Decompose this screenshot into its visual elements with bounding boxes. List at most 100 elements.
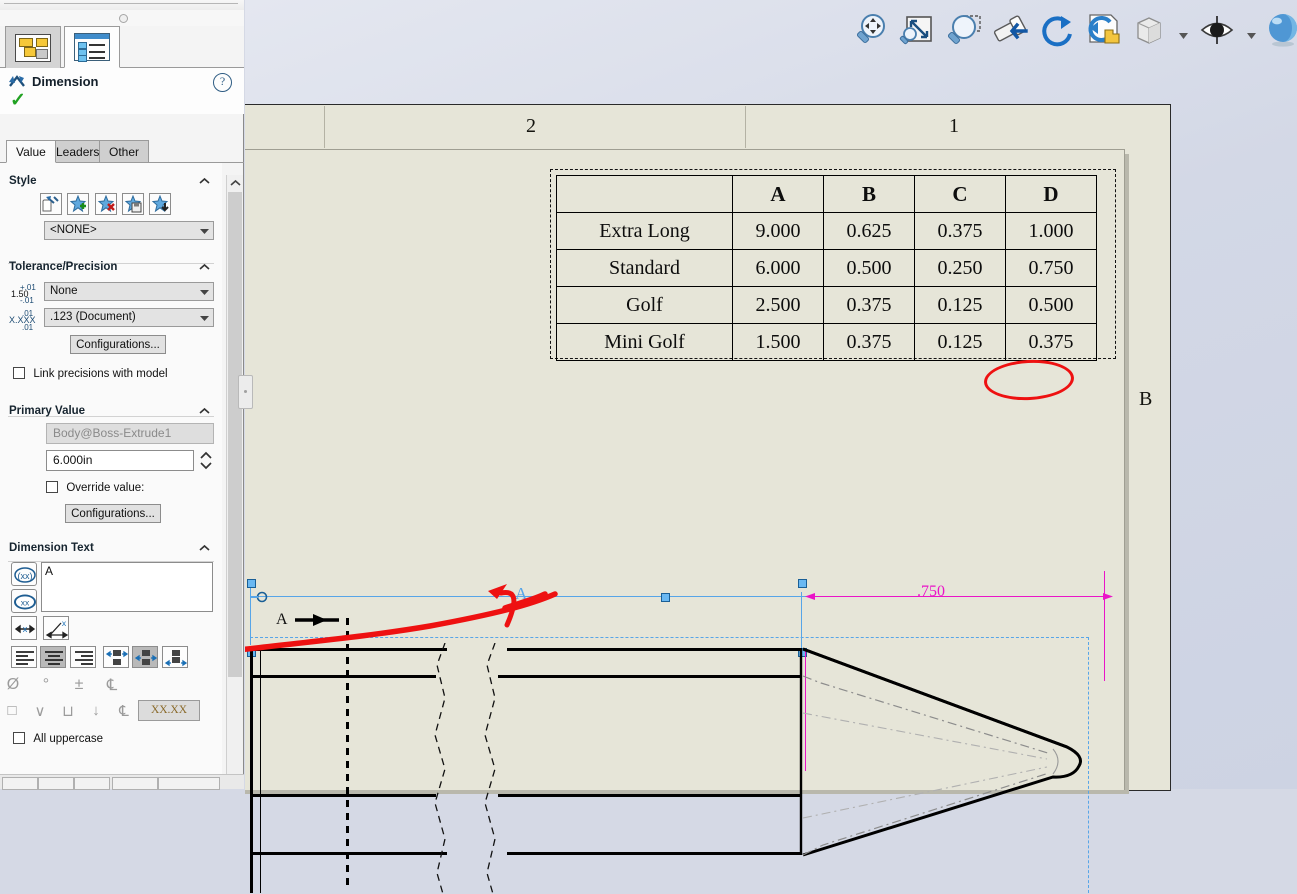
status-segment[interactable] (2, 777, 38, 790)
dimension-slant-icon[interactable]: x (43, 616, 70, 640)
accept-check-icon[interactable]: ✓ (10, 91, 26, 110)
primary-value-section-header[interactable]: Primary Value (0, 401, 222, 423)
table-cell[interactable]: 2.500 (732, 286, 824, 324)
plus-minus-symbol-icon[interactable]: ± (66, 674, 92, 696)
text-above-icon[interactable] (103, 646, 130, 668)
view-orientation-dropdown-icon[interactable] (1179, 28, 1188, 39)
tab-other[interactable]: Other (99, 140, 150, 163)
style-select[interactable]: <NONE> (44, 221, 214, 240)
centerline-symbol-icon[interactable]: ℄ (99, 674, 125, 696)
chevron-up-icon[interactable] (199, 176, 210, 187)
align-right-icon[interactable] (69, 646, 96, 668)
table-cell[interactable]: 0.375 (823, 323, 915, 361)
add-parenthesis-icon[interactable]: (xx) (11, 562, 37, 586)
add-style-icon[interactable] (67, 193, 90, 215)
chevron-down-icon[interactable] (200, 290, 209, 295)
tolerance-configurations-button[interactable]: Configurations... (70, 335, 166, 354)
feature-manager-tab[interactable] (5, 26, 61, 68)
chevron-up-icon[interactable] (199, 406, 210, 417)
text-center-icon[interactable] (132, 646, 159, 668)
save-style-icon[interactable] (122, 193, 145, 215)
load-style-icon[interactable] (149, 193, 172, 215)
status-segment[interactable] (158, 777, 220, 790)
table-cell[interactable]: 0.625 (823, 212, 915, 250)
drawing-sheet[interactable]: 2 1 B A B C D Extra Long 9.000 0.625 0.375 1.000… (245, 104, 1171, 894)
scroll-up-icon[interactable] (227, 175, 243, 191)
chevron-up-icon[interactable] (199, 543, 210, 554)
table-cell[interactable]: 0.375 (914, 212, 1006, 250)
counterbore-symbol-icon[interactable]: ⊔ (56, 700, 80, 721)
table-cell[interactable]: 0.500 (823, 249, 915, 287)
tolerance-type-select[interactable]: None (44, 282, 214, 301)
status-segment[interactable] (38, 777, 74, 790)
style-section-header[interactable]: Style (0, 171, 222, 193)
table-row[interactable]: Mini Golf 1.500 0.375 0.125 0.375 (556, 323, 1097, 361)
diameter-symbol-icon[interactable]: Ø (0, 674, 26, 696)
zoom-to-area-icon[interactable] (850, 10, 890, 50)
degree-symbol-icon[interactable]: ° (33, 674, 59, 696)
primary-value-configurations-button[interactable]: Configurations... (65, 504, 161, 523)
align-left-icon[interactable] (11, 646, 37, 668)
hide-show-items-icon[interactable] (1197, 10, 1237, 50)
value-spinner[interactable] (198, 450, 214, 471)
chevron-down-icon[interactable] (200, 316, 209, 321)
graphics-area[interactable]: 2 1 B A B C D Extra Long 9.000 0.625 0.375 1.000… (245, 0, 1297, 894)
apply-scene-icon[interactable] (1263, 10, 1297, 50)
offset-text-icon[interactable]: x (11, 616, 37, 640)
status-segment[interactable] (112, 777, 158, 790)
update-view-icon[interactable] (1083, 10, 1123, 50)
table-cell[interactable]: 0.500 (1005, 286, 1097, 324)
table-cell[interactable]: 0.375 (1005, 323, 1097, 361)
zoom-to-fit-icon[interactable] (897, 10, 937, 50)
table-cell[interactable]: 0.250 (914, 249, 1006, 287)
table-cell[interactable]: 0.750 (1005, 249, 1097, 287)
countersink-symbol-icon[interactable]: ∨ (28, 700, 52, 721)
panel-grip-dot[interactable] (119, 14, 128, 23)
dimension-handle[interactable] (247, 579, 256, 588)
status-segment[interactable] (74, 777, 110, 790)
panel-splitter-handle[interactable] (238, 375, 253, 409)
hide-show-items-dropdown-icon[interactable] (1247, 28, 1256, 39)
table-cell[interactable]: 0.125 (914, 323, 1006, 361)
view-orientation-icon[interactable] (1129, 10, 1169, 50)
property-manager-tab[interactable] (64, 26, 120, 68)
apply-default-style-icon[interactable] (40, 193, 62, 215)
previous-view-icon[interactable] (990, 10, 1030, 50)
square-symbol-icon[interactable]: □ (0, 700, 24, 721)
tolerance-section-header[interactable]: Tolerance/Precision (0, 257, 222, 279)
table-row[interactable]: Golf 2.500 0.375 0.125 0.500 (556, 286, 1097, 324)
align-center-icon[interactable] (40, 646, 67, 668)
table-row[interactable]: Extra Long 9.000 0.625 0.375 1.000 (556, 212, 1097, 250)
panel-scrollbar[interactable] (226, 175, 243, 789)
help-icon[interactable]: ? (213, 73, 232, 92)
table-cell[interactable]: 9.000 (732, 212, 824, 250)
table-cell[interactable]: 1.500 (732, 323, 824, 361)
link-precisions-checkbox[interactable] (13, 367, 25, 379)
all-uppercase-checkbox[interactable] (13, 732, 25, 744)
table-row[interactable]: Standard 6.000 0.500 0.250 0.750 (556, 249, 1097, 287)
tab-value[interactable]: Value (6, 140, 56, 163)
rotate-view-icon[interactable] (1037, 10, 1077, 50)
magenta-dimension-text[interactable]: .750 (917, 583, 945, 601)
dimension-text-input[interactable]: A (41, 562, 213, 612)
table-cell[interactable]: 1.000 (1005, 212, 1097, 250)
precision-select[interactable]: .123 (Document) (44, 308, 214, 327)
chevron-up-icon[interactable] (199, 262, 210, 273)
scrollbar-thumb[interactable] (228, 192, 242, 677)
table-cell[interactable]: 6.000 (732, 249, 824, 287)
dimension-handle[interactable] (661, 593, 670, 602)
dimension-text-section-header[interactable]: Dimension Text (0, 538, 222, 560)
chevron-down-icon[interactable] (200, 229, 209, 234)
more-symbols-icon[interactable]: ℄ (112, 700, 136, 721)
inspection-dim-icon[interactable]: xx (11, 589, 37, 613)
primary-value-input[interactable]: 6.000in (46, 450, 194, 471)
dimension-text-A[interactable]: A (515, 584, 527, 604)
drawing-table[interactable]: A B C D Extra Long 9.000 0.625 0.375 1.000 Standa… (556, 175, 1097, 361)
dimension-handle[interactable] (798, 579, 807, 588)
table-cell[interactable]: 0.375 (823, 286, 915, 324)
zoom-in-out-icon[interactable] (944, 10, 984, 50)
depth-symbol-icon[interactable]: ↓ (84, 700, 108, 721)
table-cell[interactable]: 0.125 (914, 286, 1006, 324)
delete-style-icon[interactable] (94, 193, 117, 215)
panel-grip[interactable] (0, 10, 244, 27)
